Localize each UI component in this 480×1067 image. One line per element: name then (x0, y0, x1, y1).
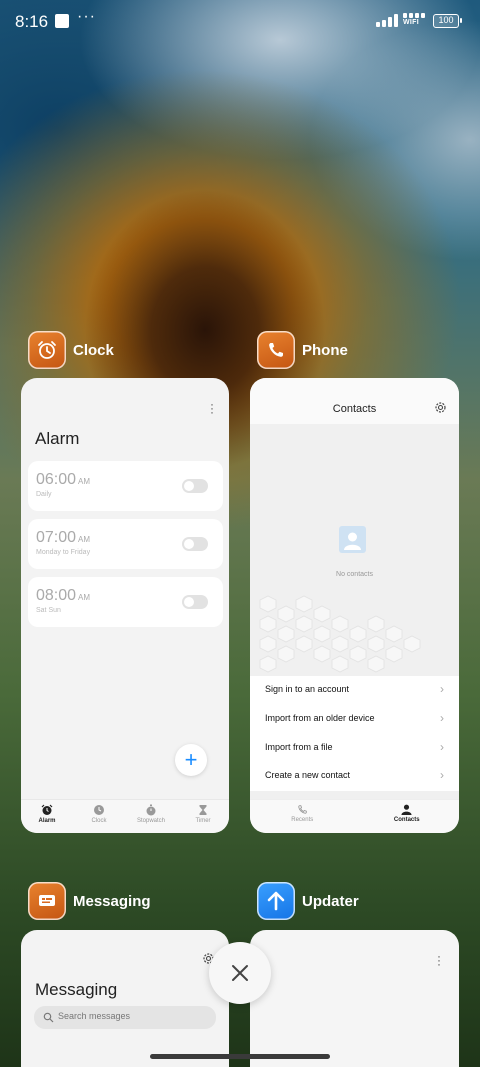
app-header-phone[interactable]: Phone (257, 331, 348, 369)
battery-level: 100 (438, 15, 454, 25)
chevron-right-icon: › (440, 711, 444, 725)
alarm-ampm: AM (78, 535, 91, 544)
status-bar: 8:16 ··· WIFI 100 (0, 0, 480, 44)
alarm-ampm: AM (78, 477, 91, 486)
tab-alarm[interactable]: Alarm (21, 800, 73, 833)
app-name-clock: Clock (73, 341, 114, 359)
more-options-icon[interactable]: · · · (437, 950, 441, 970)
phone-tab-icon (298, 805, 307, 814)
updater-app-card[interactable]: · · · (250, 930, 459, 1067)
settings-gear-icon[interactable] (434, 401, 447, 414)
alarm-item[interactable]: 08:00 AM Sat Sun (28, 577, 223, 627)
alarm-toggle[interactable] (182, 537, 208, 551)
close-icon (232, 965, 248, 981)
menu-item-import-file[interactable]: Import from a file › (250, 734, 459, 762)
more-notifications-icon: ··· (77, 8, 96, 25)
tab-timer[interactable]: Timer (177, 800, 229, 833)
tab-label: Clock (91, 818, 107, 824)
phone-app-card[interactable]: Contacts No contacts Sign in to an accou… (250, 378, 459, 833)
more-options-icon[interactable]: · · · (210, 398, 214, 418)
tab-label: Timer (195, 818, 211, 824)
tab-clock[interactable]: Clock (73, 800, 125, 833)
alarm-time: 06:00 (36, 471, 77, 488)
tab-stopwatch[interactable]: Stopwatch (125, 800, 177, 833)
status-time: 8:16 (15, 12, 49, 31)
app-name-updater: Updater (302, 892, 359, 910)
app-header-messaging[interactable]: Messaging (28, 882, 151, 920)
menu-item-label: Create a new contact (265, 770, 351, 780)
add-alarm-button[interactable]: + (175, 744, 207, 776)
battery-icon: 100 (433, 14, 462, 28)
phone-tab-bar: Recents Contacts (250, 799, 459, 833)
clock-tab-bar: Alarm Clock Stopwatch Timer (21, 799, 229, 833)
alarm-item[interactable]: 07:00 AM Monday to Friday (28, 519, 223, 569)
clock-app-card[interactable]: · · · Alarm 06:00 AM Daily 07:00 AM Monday t… (21, 378, 229, 833)
contacts-header: Contacts (250, 378, 459, 424)
menu-item-import-older-device[interactable]: Import from an older device › (250, 705, 459, 733)
search-icon (43, 1012, 54, 1023)
hourglass-icon (199, 805, 207, 815)
app-name-messaging: Messaging (73, 892, 151, 910)
menu-item-create-contact[interactable]: Create a new contact › (250, 762, 459, 790)
search-bar[interactable] (34, 1006, 216, 1029)
search-input[interactable] (58, 1011, 208, 1021)
chevron-right-icon: › (440, 740, 444, 754)
tab-label: Contacts (393, 817, 420, 823)
hexagon-pattern (259, 595, 421, 673)
alarm-time: 07:00 (36, 529, 77, 546)
app-header-clock[interactable]: Clock (28, 331, 114, 369)
alarm-repeat: Daily (36, 491, 52, 498)
alarm-ampm: AM (78, 593, 91, 602)
alarm-toggle[interactable] (182, 595, 208, 609)
clear-all-button[interactable] (209, 942, 271, 1004)
wifi-label: WIFI (403, 19, 419, 26)
empty-contact-icon (339, 526, 366, 553)
tab-label: Recents (291, 817, 314, 823)
alarm-time: 08:00 (36, 587, 77, 604)
app-name-phone: Phone (302, 341, 348, 359)
phone-icon[interactable] (257, 331, 295, 369)
app-header-updater[interactable]: Updater (257, 882, 359, 920)
alarm-repeat: Monday to Friday (36, 549, 91, 556)
message-icon[interactable] (28, 882, 66, 920)
person-icon (401, 804, 412, 815)
alarm-clock-icon[interactable] (28, 331, 66, 369)
stopwatch-icon (146, 804, 156, 816)
chevron-right-icon: › (440, 682, 444, 696)
alarm-title: Alarm (35, 429, 80, 448)
notification-square-icon (55, 14, 69, 28)
signal-icon (376, 14, 398, 27)
upload-arrow-icon[interactable] (257, 882, 295, 920)
contacts-import-menu: Sign in to an account › Import from an o… (250, 676, 459, 791)
no-contacts-text: No contacts (336, 571, 373, 578)
tab-contacts[interactable]: Contacts (355, 800, 460, 833)
contacts-title: Contacts (332, 403, 377, 415)
alarm-toggle[interactable] (182, 479, 208, 493)
menu-item-label: Import from a file (265, 742, 333, 752)
tab-label: Stopwatch (136, 818, 166, 824)
wifi-icon: WIFI (403, 13, 427, 31)
alarm-item[interactable]: 06:00 AM Daily (28, 461, 223, 511)
messaging-app-card[interactable]: Messaging (21, 930, 229, 1067)
home-indicator[interactable] (150, 1054, 330, 1059)
tab-label: Alarm (38, 818, 56, 824)
messaging-title: Messaging (35, 980, 118, 999)
clock-tab-icon (94, 805, 104, 815)
chevron-right-icon: › (440, 768, 444, 782)
menu-item-sign-in[interactable]: Sign in to an account › (250, 676, 459, 704)
alarm-tab-icon (41, 804, 53, 815)
menu-item-label: Import from an older device (265, 713, 375, 723)
alarm-repeat: Sat Sun (36, 607, 61, 614)
tab-recents[interactable]: Recents (250, 800, 355, 833)
menu-item-label: Sign in to an account (265, 684, 350, 694)
